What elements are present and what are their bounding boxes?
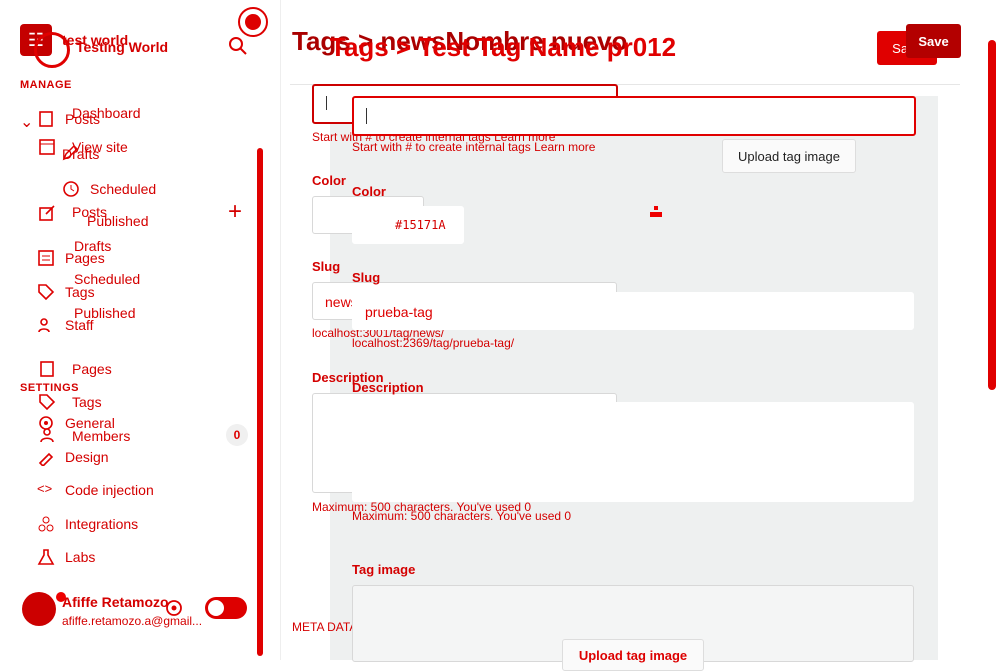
sidebar-scrollbar[interactable] <box>257 148 263 656</box>
tag-icon <box>37 283 55 301</box>
sidebar-item-label: Integrations <box>65 516 139 532</box>
page-icon <box>38 360 56 378</box>
color-label-back: Color <box>312 173 346 188</box>
max-hint-front: Maximum: 500 characters. You've used 0 <box>352 509 572 523</box>
avatar[interactable] <box>238 7 268 37</box>
name-hint-front: Start with # to create internal tags Lea… <box>352 140 596 154</box>
sidebar-item-scheduled-front[interactable]: Scheduled <box>74 271 140 287</box>
brush-icon <box>37 448 55 466</box>
window-icon <box>38 138 56 156</box>
sidebar-item-integrations[interactable]: Integrations <box>37 515 138 533</box>
members-count-badge: 0 <box>226 424 248 446</box>
sidebar: ☷ test world Testing World MANAGE ⌄ Post… <box>0 0 281 660</box>
slug-value-front: prueba-tag <box>365 304 433 320</box>
slug-url-front: localhost:2369/tag/prueba-tag/ <box>352 336 515 350</box>
sidebar-item-label: Design <box>65 449 109 465</box>
posts-icon <box>37 110 55 128</box>
user-name: Afiffe Retamozo <box>62 594 169 610</box>
sidebar-item-drafts-front[interactable]: Drafts <box>74 238 111 254</box>
edit-icon <box>38 204 56 222</box>
meta-data-label: META DATA <box>292 620 358 634</box>
sidebar-item-pages-front[interactable]: Pages <box>72 361 112 377</box>
color-value-front: #15171A <box>395 218 446 232</box>
manage-label: MANAGE <box>20 79 72 91</box>
save-button-front[interactable]: Save <box>906 24 961 58</box>
page-scrollbar[interactable] <box>988 40 996 390</box>
clock-icon <box>62 180 80 198</box>
sidebar-item-design[interactable]: Design <box>37 448 109 466</box>
color-input-front[interactable]: #15171A <box>352 206 464 244</box>
staff-icon <box>37 316 55 334</box>
night-mode-toggle[interactable] <box>205 597 247 619</box>
sidebar-item-members[interactable]: Members <box>72 428 130 444</box>
sidebar-item-scheduled[interactable]: Scheduled <box>62 180 156 198</box>
tag-name-input-front[interactable] <box>352 96 916 136</box>
description-textarea-front[interactable] <box>352 402 914 502</box>
breadcrumb-front[interactable]: Tags > Test Tag Name pr012 <box>330 32 676 63</box>
color-label-front: Color <box>352 184 386 199</box>
form-panel <box>330 96 938 660</box>
upload-tag-image-button-back[interactable]: Upload tag image <box>722 139 856 173</box>
slug-label-back: Slug <box>312 259 341 274</box>
search-icon[interactable] <box>228 36 248 56</box>
sidebar-item-code-injection[interactable]: <> Code injection <box>37 481 154 499</box>
sidebar-item-labs[interactable]: Labs <box>37 548 95 566</box>
sidebar-item-label: Scheduled <box>90 181 157 197</box>
chevron-down-icon[interactable]: ⌄ <box>20 112 33 132</box>
site-title-front[interactable]: Testing World <box>76 39 168 55</box>
tag-image-label: Tag image <box>352 562 416 577</box>
members-icon <box>38 426 56 444</box>
sidebar-item-published-front[interactable]: Published <box>74 305 136 321</box>
add-post-icon[interactable]: + <box>228 198 242 226</box>
sidebar-item-view-site[interactable]: View site <box>72 139 128 155</box>
code-icon: <> <box>37 481 53 496</box>
user-avatar[interactable] <box>22 592 66 628</box>
color-swatch-icon[interactable] <box>650 206 662 218</box>
flask-icon <box>37 548 55 566</box>
sidebar-item-dashboard[interactable]: Dashboard <box>72 105 141 121</box>
slug-label-front: Slug <box>352 270 381 285</box>
integrations-icon <box>37 515 55 533</box>
sidebar-item-label: Labs <box>65 549 96 565</box>
sidebar-item-label: Code injection <box>65 482 154 498</box>
pages-icon <box>37 249 55 267</box>
tag-front-icon <box>38 393 56 411</box>
sidebar-item-tags-front[interactable]: Tags <box>72 394 102 410</box>
upload-tag-image-button-front[interactable]: Upload tag image <box>562 639 704 671</box>
sidebar-item-posts-front[interactable]: Posts <box>72 204 107 220</box>
description-label-front: Description <box>352 380 424 395</box>
slug-input-front[interactable]: prueba-tag <box>352 292 914 330</box>
settings-gear-icon[interactable] <box>164 598 184 618</box>
pencil-icon <box>62 145 78 161</box>
